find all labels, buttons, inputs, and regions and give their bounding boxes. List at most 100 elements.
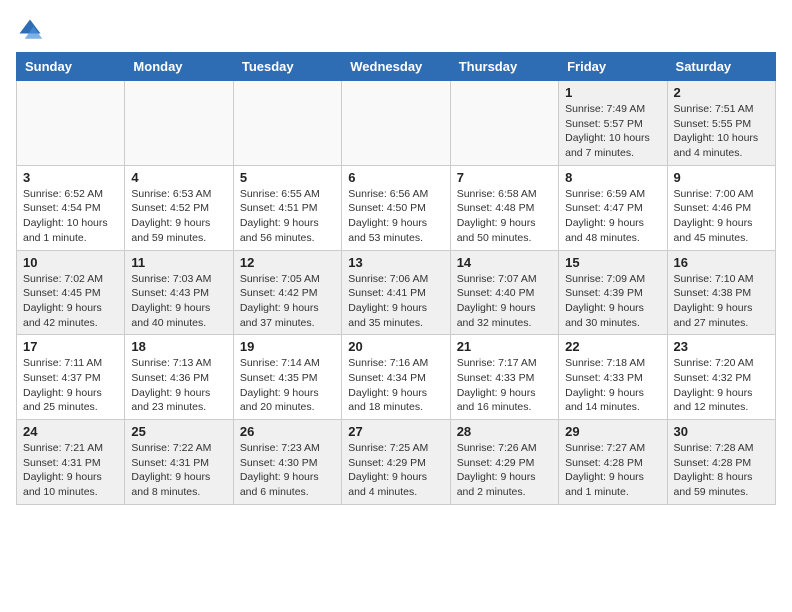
- calendar-cell: 21Sunrise: 7:17 AM Sunset: 4:33 PM Dayli…: [450, 335, 558, 420]
- day-number: 14: [457, 255, 552, 270]
- day-info: Sunrise: 7:11 AM Sunset: 4:37 PM Dayligh…: [23, 356, 118, 415]
- day-info: Sunrise: 7:14 AM Sunset: 4:35 PM Dayligh…: [240, 356, 335, 415]
- day-number: 27: [348, 424, 443, 439]
- calendar-cell: [17, 81, 125, 166]
- day-info: Sunrise: 6:59 AM Sunset: 4:47 PM Dayligh…: [565, 187, 660, 246]
- day-number: 23: [674, 339, 769, 354]
- calendar-cell: 10Sunrise: 7:02 AM Sunset: 4:45 PM Dayli…: [17, 250, 125, 335]
- day-info: Sunrise: 7:17 AM Sunset: 4:33 PM Dayligh…: [457, 356, 552, 415]
- day-number: 22: [565, 339, 660, 354]
- day-info: Sunrise: 7:22 AM Sunset: 4:31 PM Dayligh…: [131, 441, 226, 500]
- day-number: 24: [23, 424, 118, 439]
- calendar-row-4: 24Sunrise: 7:21 AM Sunset: 4:31 PM Dayli…: [17, 420, 776, 505]
- day-info: Sunrise: 7:00 AM Sunset: 4:46 PM Dayligh…: [674, 187, 769, 246]
- day-number: 5: [240, 170, 335, 185]
- calendar-row-2: 10Sunrise: 7:02 AM Sunset: 4:45 PM Dayli…: [17, 250, 776, 335]
- day-number: 6: [348, 170, 443, 185]
- calendar-cell: 4 Sunrise: 6:53 AM Sunset: 4:52 PM Daylig…: [125, 165, 233, 250]
- day-info: Sunrise: 6:53 AM Sunset: 4:52 PM Dayligh…: [131, 187, 226, 246]
- calendar-row-1: 3 Sunrise: 6:52 AM Sunset: 4:54 PM Daylig…: [17, 165, 776, 250]
- day-info: Sunrise: 7:49 AM Sunset: 5:57 PM Dayligh…: [565, 102, 660, 161]
- calendar-row-3: 17 Sunrise: 7:11 AM Sunset: 4:37 PM Dayli…: [17, 335, 776, 420]
- calendar-cell: 28 Sunrise: 7:26 AM Sunset: 4:29 PM Dayli…: [450, 420, 558, 505]
- day-info: Sunrise: 7:20 AM Sunset: 4:32 PM Dayligh…: [674, 356, 769, 415]
- calendar-header-thursday: Thursday: [450, 53, 558, 81]
- calendar-cell: 16 Sunrise: 7:10 AM Sunset: 4:38 PM Dayli…: [667, 250, 775, 335]
- day-info: Sunrise: 7:28 AM Sunset: 4:28 PM Dayligh…: [674, 441, 769, 500]
- day-number: 26: [240, 424, 335, 439]
- day-info: Sunrise: 6:58 AM Sunset: 4:48 PM Dayligh…: [457, 187, 552, 246]
- calendar-header-monday: Monday: [125, 53, 233, 81]
- day-info: Sunrise: 6:52 AM Sunset: 4:54 PM Dayligh…: [23, 187, 118, 246]
- day-number: 15: [565, 255, 660, 270]
- calendar-cell: 25 Sunrise: 7:22 AM Sunset: 4:31 PM Dayli…: [125, 420, 233, 505]
- calendar-row-0: 1Sunrise: 7:49 AM Sunset: 5:57 PM Daylig…: [17, 81, 776, 166]
- day-number: 16: [674, 255, 769, 270]
- calendar-cell: 6 Sunrise: 6:56 AM Sunset: 4:50 PM Daylig…: [342, 165, 450, 250]
- day-number: 3: [23, 170, 118, 185]
- day-number: 30: [674, 424, 769, 439]
- calendar-cell: 23 Sunrise: 7:20 AM Sunset: 4:32 PM Dayli…: [667, 335, 775, 420]
- calendar-cell: 11 Sunrise: 7:03 AM Sunset: 4:43 PM Dayli…: [125, 250, 233, 335]
- day-info: Sunrise: 7:26 AM Sunset: 4:29 PM Dayligh…: [457, 441, 552, 500]
- day-number: 4: [131, 170, 226, 185]
- day-info: Sunrise: 7:10 AM Sunset: 4:38 PM Dayligh…: [674, 272, 769, 331]
- calendar-cell: 15 Sunrise: 7:09 AM Sunset: 4:39 PM Dayli…: [559, 250, 667, 335]
- calendar-cell: 5 Sunrise: 6:55 AM Sunset: 4:51 PM Daylig…: [233, 165, 341, 250]
- calendar-body: 1Sunrise: 7:49 AM Sunset: 5:57 PM Daylig…: [17, 81, 776, 505]
- calendar-cell: 1Sunrise: 7:49 AM Sunset: 5:57 PM Daylig…: [559, 81, 667, 166]
- calendar-cell: 8 Sunrise: 6:59 AM Sunset: 4:47 PM Daylig…: [559, 165, 667, 250]
- calendar-cell: 12 Sunrise: 7:05 AM Sunset: 4:42 PM Dayli…: [233, 250, 341, 335]
- day-number: 12: [240, 255, 335, 270]
- day-number: 19: [240, 339, 335, 354]
- calendar-header-sunday: Sunday: [17, 53, 125, 81]
- calendar-cell: 26 Sunrise: 7:23 AM Sunset: 4:30 PM Dayli…: [233, 420, 341, 505]
- day-info: Sunrise: 7:03 AM Sunset: 4:43 PM Dayligh…: [131, 272, 226, 331]
- day-info: Sunrise: 7:16 AM Sunset: 4:34 PM Dayligh…: [348, 356, 443, 415]
- day-number: 25: [131, 424, 226, 439]
- day-number: 8: [565, 170, 660, 185]
- calendar-cell: [342, 81, 450, 166]
- day-info: Sunrise: 7:07 AM Sunset: 4:40 PM Dayligh…: [457, 272, 552, 331]
- day-number: 28: [457, 424, 552, 439]
- calendar-header-row: SundayMondayTuesdayWednesdayThursdayFrid…: [17, 53, 776, 81]
- day-number: 11: [131, 255, 226, 270]
- calendar-cell: 17 Sunrise: 7:11 AM Sunset: 4:37 PM Dayli…: [17, 335, 125, 420]
- day-number: 29: [565, 424, 660, 439]
- day-number: 10: [23, 255, 118, 270]
- day-info: Sunrise: 6:55 AM Sunset: 4:51 PM Dayligh…: [240, 187, 335, 246]
- day-number: 18: [131, 339, 226, 354]
- day-info: Sunrise: 7:27 AM Sunset: 4:28 PM Dayligh…: [565, 441, 660, 500]
- calendar-cell: 7 Sunrise: 6:58 AM Sunset: 4:48 PM Daylig…: [450, 165, 558, 250]
- day-info: Sunrise: 7:09 AM Sunset: 4:39 PM Dayligh…: [565, 272, 660, 331]
- calendar-cell: [125, 81, 233, 166]
- calendar-cell: [233, 81, 341, 166]
- day-number: 13: [348, 255, 443, 270]
- calendar-cell: 2Sunrise: 7:51 AM Sunset: 5:55 PM Daylig…: [667, 81, 775, 166]
- logo-icon: [16, 16, 44, 44]
- calendar-cell: 19 Sunrise: 7:14 AM Sunset: 4:35 PM Dayli…: [233, 335, 341, 420]
- day-info: Sunrise: 7:18 AM Sunset: 4:33 PM Dayligh…: [565, 356, 660, 415]
- day-info: Sunrise: 7:25 AM Sunset: 4:29 PM Dayligh…: [348, 441, 443, 500]
- day-info: Sunrise: 7:05 AM Sunset: 4:42 PM Dayligh…: [240, 272, 335, 331]
- calendar-cell: 24Sunrise: 7:21 AM Sunset: 4:31 PM Dayli…: [17, 420, 125, 505]
- header: [16, 16, 776, 44]
- calendar-cell: 18Sunrise: 7:13 AM Sunset: 4:36 PM Dayli…: [125, 335, 233, 420]
- calendar-cell: 22 Sunrise: 7:18 AM Sunset: 4:33 PM Dayli…: [559, 335, 667, 420]
- day-info: Sunrise: 6:56 AM Sunset: 4:50 PM Dayligh…: [348, 187, 443, 246]
- calendar-header-saturday: Saturday: [667, 53, 775, 81]
- calendar-header-wednesday: Wednesday: [342, 53, 450, 81]
- calendar-cell: 9Sunrise: 7:00 AM Sunset: 4:46 PM Daylig…: [667, 165, 775, 250]
- calendar: SundayMondayTuesdayWednesdayThursdayFrid…: [16, 52, 776, 505]
- calendar-cell: 30 Sunrise: 7:28 AM Sunset: 4:28 PM Dayli…: [667, 420, 775, 505]
- calendar-header-tuesday: Tuesday: [233, 53, 341, 81]
- day-info: Sunrise: 7:23 AM Sunset: 4:30 PM Dayligh…: [240, 441, 335, 500]
- calendar-cell: 29 Sunrise: 7:27 AM Sunset: 4:28 PM Dayli…: [559, 420, 667, 505]
- day-number: 7: [457, 170, 552, 185]
- day-number: 17: [23, 339, 118, 354]
- day-number: 20: [348, 339, 443, 354]
- logo: [16, 16, 48, 44]
- calendar-cell: [450, 81, 558, 166]
- calendar-header-friday: Friday: [559, 53, 667, 81]
- day-number: 2: [674, 85, 769, 100]
